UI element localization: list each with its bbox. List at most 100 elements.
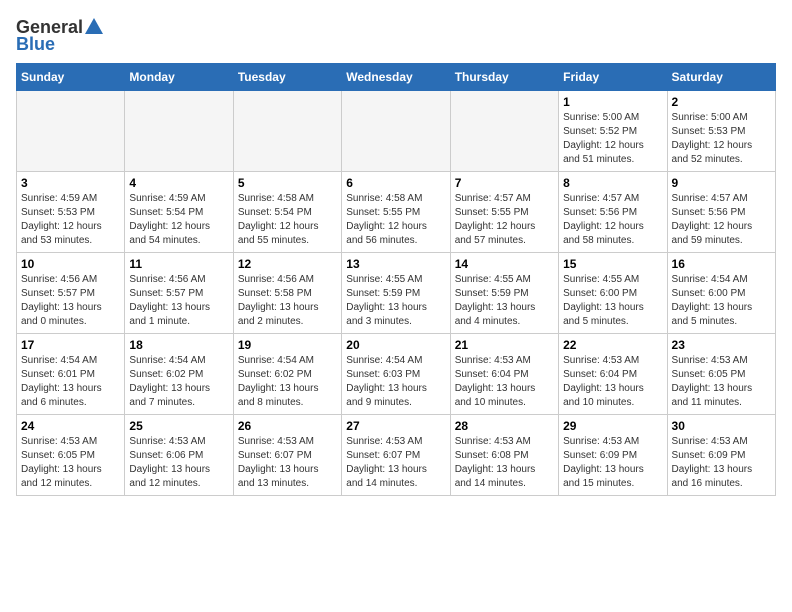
logo-blue: Blue [16,34,55,55]
calendar-cell: 10 Sunrise: 4:56 AMSunset: 5:57 PMDayligh… [17,253,125,334]
header: General Blue [16,16,776,55]
day-info: Sunrise: 4:59 AMSunset: 5:53 PMDaylight:… [21,192,120,248]
week-row-1: 3 Sunrise: 4:59 AMSunset: 5:53 PMDaylight… [17,172,776,253]
day-info: Sunrise: 4:57 AMSunset: 5:55 PMDaylight:… [455,192,554,248]
calendar-cell: 25 Sunrise: 4:53 AMSunset: 6:06 PMDayligh… [125,415,233,496]
weekday-header-monday: Monday [125,64,233,91]
day-info: Sunrise: 4:55 AMSunset: 5:59 PMDaylight:… [455,273,554,329]
day-number: 24 [21,419,120,433]
day-number: 19 [238,338,337,352]
day-info: Sunrise: 4:53 AMSunset: 6:06 PMDaylight:… [129,435,228,491]
calendar-cell: 22 Sunrise: 4:53 AMSunset: 6:04 PMDayligh… [559,334,667,415]
day-info: Sunrise: 4:53 AMSunset: 6:05 PMDaylight:… [672,354,771,410]
calendar-cell: 8 Sunrise: 4:57 AMSunset: 5:56 PMDaylight… [559,172,667,253]
week-row-0: 1Sunrise: 5:00 AMSunset: 5:52 PMDaylight… [17,91,776,172]
day-info: Sunrise: 4:58 AMSunset: 5:55 PMDaylight:… [346,192,445,248]
calendar-cell: 17 Sunrise: 4:54 AMSunset: 6:01 PMDayligh… [17,334,125,415]
calendar-cell: 1Sunrise: 5:00 AMSunset: 5:52 PMDaylight… [559,91,667,172]
day-info: Sunrise: 4:53 AMSunset: 6:09 PMDaylight:… [672,435,771,491]
week-row-4: 24Sunrise: 4:53 AMSunset: 6:05 PMDayligh… [17,415,776,496]
calendar-cell: 19 Sunrise: 4:54 AMSunset: 6:02 PMDayligh… [233,334,341,415]
day-info: Sunrise: 4:59 AMSunset: 5:54 PMDaylight:… [129,192,228,248]
week-row-3: 17 Sunrise: 4:54 AMSunset: 6:01 PMDayligh… [17,334,776,415]
day-number: 10 [21,257,120,271]
day-info: Sunrise: 4:53 AMSunset: 6:07 PMDaylight:… [238,435,337,491]
calendar-cell [125,91,233,172]
day-number: 22 [563,338,662,352]
weekday-header-sunday: Sunday [17,64,125,91]
day-info: Sunrise: 4:58 AMSunset: 5:54 PMDaylight:… [238,192,337,248]
calendar-cell: 18 Sunrise: 4:54 AMSunset: 6:02 PMDayligh… [125,334,233,415]
calendar-cell [342,91,450,172]
day-number: 4 [129,176,228,190]
weekday-header-wednesday: Wednesday [342,64,450,91]
day-number: 30 [672,419,771,433]
day-info: Sunrise: 5:00 AMSunset: 5:53 PMDaylight:… [672,111,771,167]
day-number: 27 [346,419,445,433]
day-info: Sunrise: 4:56 AMSunset: 5:57 PMDaylight:… [21,273,120,329]
calendar-cell: 7 Sunrise: 4:57 AMSunset: 5:55 PMDaylight… [450,172,558,253]
calendar-cell: 26 Sunrise: 4:53 AMSunset: 6:07 PMDayligh… [233,415,341,496]
calendar-cell: 12Sunrise: 4:56 AMSunset: 5:58 PMDayligh… [233,253,341,334]
day-number: 11 [129,257,228,271]
day-number: 25 [129,419,228,433]
day-info: Sunrise: 4:53 AMSunset: 6:08 PMDaylight:… [455,435,554,491]
weekday-header-row: SundayMondayTuesdayWednesdayThursdayFrid… [17,64,776,91]
weekday-header-thursday: Thursday [450,64,558,91]
day-info: Sunrise: 4:56 AMSunset: 5:57 PMDaylight:… [129,273,228,329]
day-number: 18 [129,338,228,352]
day-number: 14 [455,257,554,271]
weekday-header-saturday: Saturday [667,64,775,91]
day-info: Sunrise: 4:54 AMSunset: 6:03 PMDaylight:… [346,354,445,410]
calendar-cell: 11 Sunrise: 4:56 AMSunset: 5:57 PMDayligh… [125,253,233,334]
calendar-cell: 13Sunrise: 4:55 AMSunset: 5:59 PMDayligh… [342,253,450,334]
calendar: SundayMondayTuesdayWednesdayThursdayFrid… [16,63,776,496]
day-number: 28 [455,419,554,433]
calendar-cell: 28 Sunrise: 4:53 AMSunset: 6:08 PMDayligh… [450,415,558,496]
day-number: 15 [563,257,662,271]
calendar-cell: 15Sunrise: 4:55 AMSunset: 6:00 PMDayligh… [559,253,667,334]
calendar-cell: 4 Sunrise: 4:59 AMSunset: 5:54 PMDaylight… [125,172,233,253]
day-info: Sunrise: 4:54 AMSunset: 6:02 PMDaylight:… [238,354,337,410]
day-number: 7 [455,176,554,190]
day-number: 6 [346,176,445,190]
day-number: 17 [21,338,120,352]
day-info: Sunrise: 4:54 AMSunset: 6:02 PMDaylight:… [129,354,228,410]
calendar-cell: 6 Sunrise: 4:58 AMSunset: 5:55 PMDaylight… [342,172,450,253]
calendar-cell: 9 Sunrise: 4:57 AMSunset: 5:56 PMDaylight… [667,172,775,253]
day-info: Sunrise: 5:00 AMSunset: 5:52 PMDaylight:… [563,111,662,167]
day-number: 26 [238,419,337,433]
calendar-cell [233,91,341,172]
day-number: 12 [238,257,337,271]
logo-icon [83,16,105,38]
day-number: 23 [672,338,771,352]
day-number: 21 [455,338,554,352]
day-number: 3 [21,176,120,190]
calendar-cell: 5Sunrise: 4:58 AMSunset: 5:54 PMDaylight… [233,172,341,253]
day-number: 29 [563,419,662,433]
calendar-cell: 14 Sunrise: 4:55 AMSunset: 5:59 PMDayligh… [450,253,558,334]
calendar-cell: 20Sunrise: 4:54 AMSunset: 6:03 PMDayligh… [342,334,450,415]
calendar-cell: 23 Sunrise: 4:53 AMSunset: 6:05 PMDayligh… [667,334,775,415]
week-row-2: 10 Sunrise: 4:56 AMSunset: 5:57 PMDayligh… [17,253,776,334]
day-number: 9 [672,176,771,190]
day-number: 13 [346,257,445,271]
day-info: Sunrise: 4:54 AMSunset: 6:01 PMDaylight:… [21,354,120,410]
weekday-header-friday: Friday [559,64,667,91]
day-number: 8 [563,176,662,190]
day-info: Sunrise: 4:53 AMSunset: 6:04 PMDaylight:… [563,354,662,410]
calendar-cell [17,91,125,172]
weekday-header-tuesday: Tuesday [233,64,341,91]
calendar-cell: 16Sunrise: 4:54 AMSunset: 6:00 PMDayligh… [667,253,775,334]
logo: General Blue [16,16,105,55]
day-info: Sunrise: 4:53 AMSunset: 6:07 PMDaylight:… [346,435,445,491]
day-info: Sunrise: 4:57 AMSunset: 5:56 PMDaylight:… [672,192,771,248]
day-number: 2 [672,95,771,109]
calendar-cell: 27 Sunrise: 4:53 AMSunset: 6:07 PMDayligh… [342,415,450,496]
day-info: Sunrise: 4:57 AMSunset: 5:56 PMDaylight:… [563,192,662,248]
calendar-cell: 3 Sunrise: 4:59 AMSunset: 5:53 PMDaylight… [17,172,125,253]
calendar-cell: 24Sunrise: 4:53 AMSunset: 6:05 PMDayligh… [17,415,125,496]
calendar-cell: 21Sunrise: 4:53 AMSunset: 6:04 PMDayligh… [450,334,558,415]
day-number: 16 [672,257,771,271]
calendar-cell [450,91,558,172]
